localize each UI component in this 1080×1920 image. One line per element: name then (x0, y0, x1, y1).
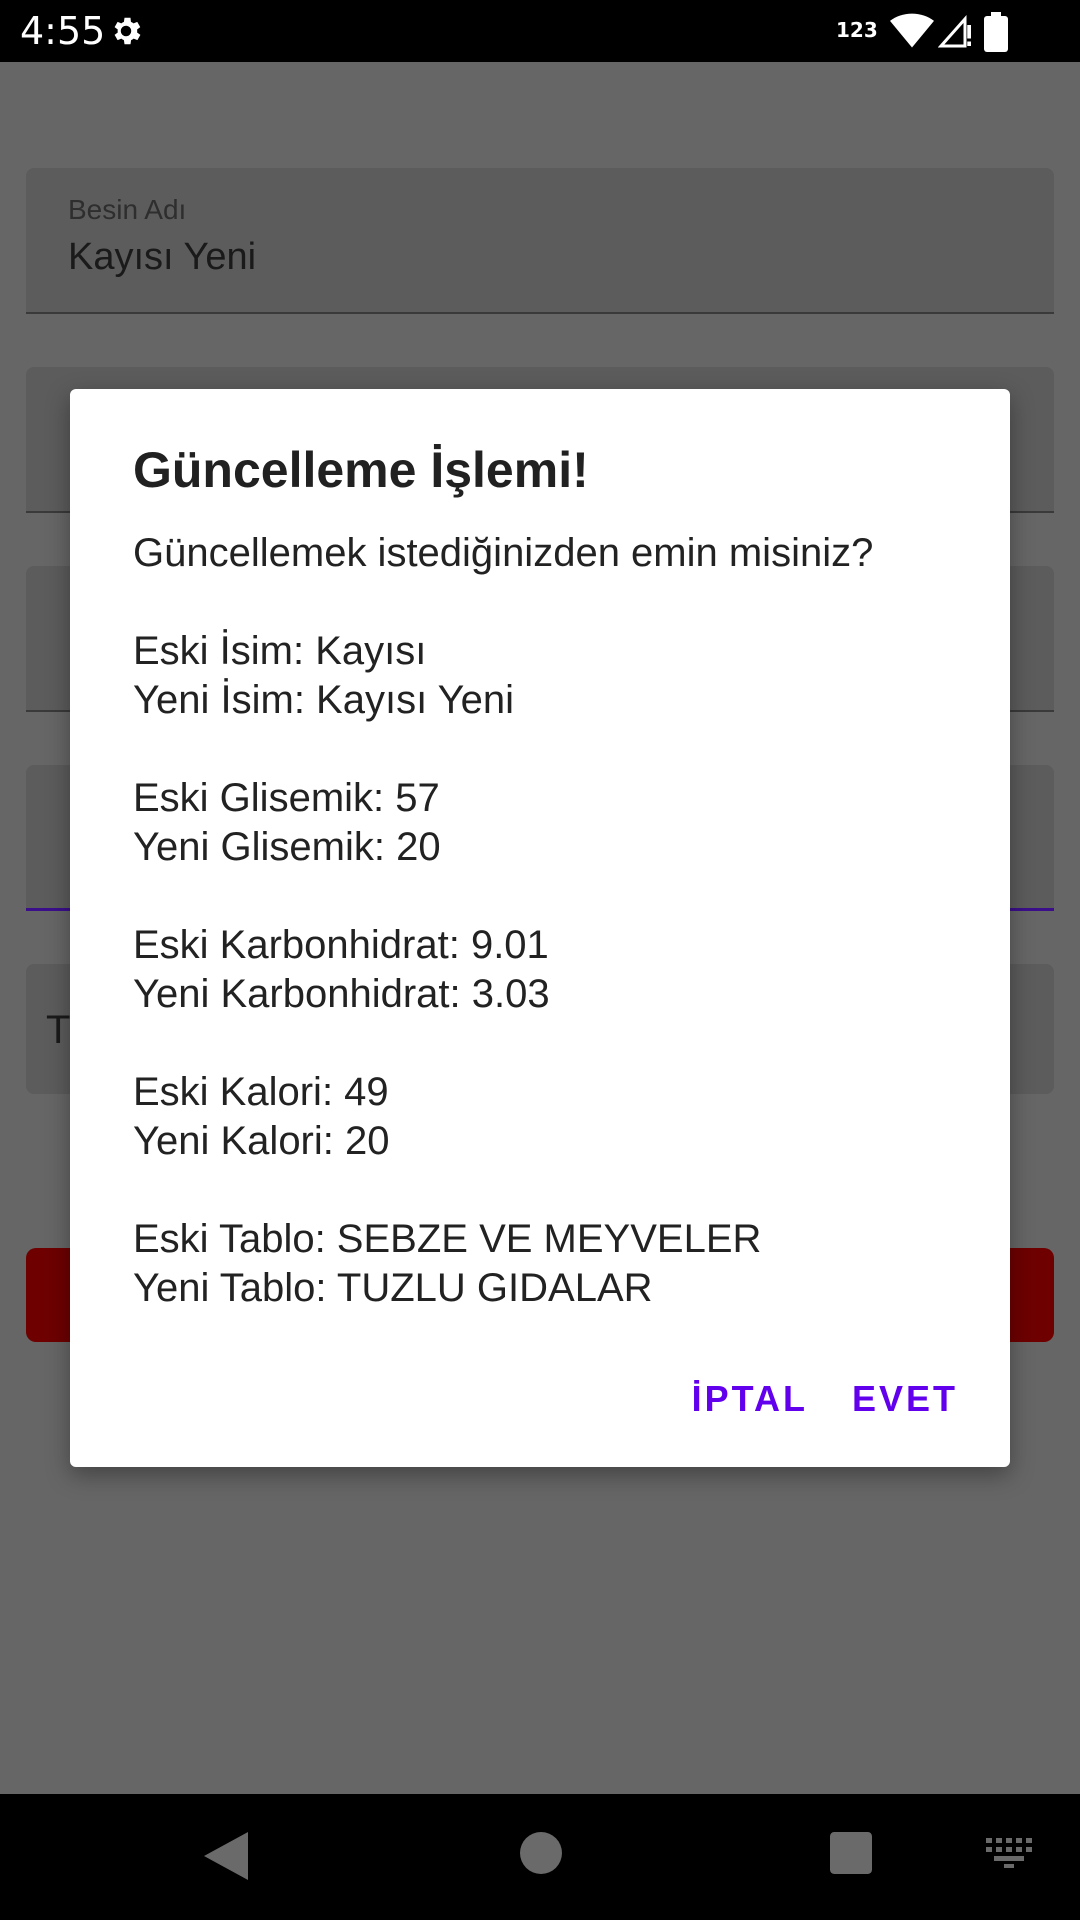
old-carbohydrate-line: Eski Karbonhidrat: 9.01 (133, 923, 549, 967)
cancel-button[interactable]: İPTAL (692, 1378, 808, 1420)
old-calorie-line: Eski Kalori: 49 (133, 1070, 389, 1114)
new-glycemic-line: Yeni Glisemik: 20 (133, 825, 441, 869)
recents-icon[interactable] (830, 1832, 872, 1874)
new-name-line: Yeni İsim: Kayısı Yeni (133, 678, 514, 722)
food-name-label: Besin Adı (68, 194, 187, 225)
old-table-line: Eski Tablo: SEBZE VE MEYVELER (133, 1217, 762, 1261)
new-carbohydrate-line: Yeni Karbonhidrat: 3.03 (133, 972, 550, 1016)
keyboard-icon[interactable] (986, 1838, 1032, 1868)
settings-gear-icon (114, 17, 141, 45)
dialog-actions: İPTAL EVET (692, 1369, 958, 1429)
keyboard-mode-indicator: 123 (836, 18, 878, 42)
old-glycemic-line: Eski Glisemik: 57 (133, 776, 440, 820)
table-dropdown-value: T (46, 1008, 71, 1052)
new-calorie-line: Yeni Kalori: 20 (133, 1119, 390, 1163)
food-name-value: Kayısı Yeni (68, 236, 257, 278)
status-time: 4:55 (20, 9, 106, 53)
new-table-line: Yeni Tablo: TUZLU GIDALAR (133, 1266, 653, 1310)
old-name-line: Eski İsim: Kayısı (133, 629, 427, 673)
dialog-title: Güncelleme İşlemi! (133, 442, 589, 498)
status-bar: 4:55 123 (0, 0, 1080, 62)
dialog-message: Güncellemek istediğinizden emin misiniz?… (133, 529, 953, 1313)
confirm-button[interactable]: EVET (852, 1378, 958, 1420)
update-confirm-dialog: Güncelleme İşlemi! Güncellemek istediğin… (70, 389, 1010, 1467)
back-icon[interactable] (204, 1832, 248, 1880)
navigation-bar (0, 1794, 1080, 1920)
food-name-field[interactable]: Besin Adı Kayısı Yeni (26, 168, 1054, 314)
wifi-icon (890, 13, 934, 48)
home-icon[interactable] (520, 1832, 562, 1874)
dialog-question: Güncellemek istediğinizden emin misiniz? (133, 531, 874, 575)
signal-icon (938, 15, 971, 48)
battery-icon (984, 12, 1008, 52)
